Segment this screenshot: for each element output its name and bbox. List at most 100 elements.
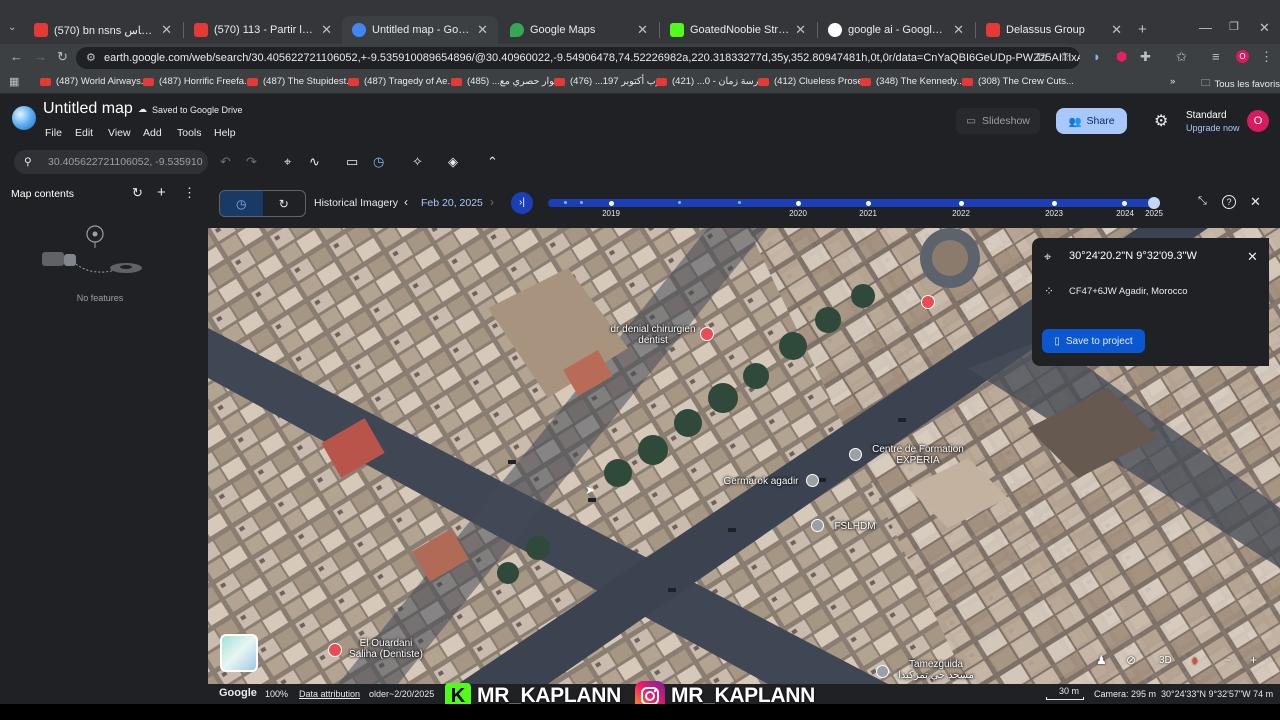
imagery-timeline[interactable] xyxy=(548,197,1160,209)
menu-help[interactable]: Help xyxy=(214,127,236,139)
menu-view[interactable]: View xyxy=(108,127,131,139)
close-history-icon[interactable]: ✕ xyxy=(1250,194,1261,210)
tab-google-earth[interactable]: Untitled map - Google Earth ✕ xyxy=(342,16,498,44)
bookmark-item[interactable]: (487) Horrific Freefa... xyxy=(143,76,252,87)
add-placemark-icon[interactable]: ⌖ xyxy=(284,154,291,170)
close-tab-icon[interactable]: ✕ xyxy=(321,22,332,38)
menu-file[interactable]: File xyxy=(45,127,62,139)
compass-icon[interactable]: ⬧ xyxy=(1192,653,1197,668)
extensions-puzzle-icon[interactable]: ✚ xyxy=(1140,49,1151,65)
germarok-pin-icon[interactable] xyxy=(806,474,819,487)
close-tab-icon[interactable]: ✕ xyxy=(477,22,488,38)
site-info-icon[interactable]: ⚙ xyxy=(86,47,96,69)
more-options-icon[interactable]: ⋮ xyxy=(183,185,196,201)
help-icon[interactable]: ? xyxy=(1222,195,1236,209)
settings-gear-icon[interactable]: ⚙ xyxy=(1154,111,1168,131)
redo-icon[interactable]: ↷ xyxy=(246,154,257,170)
menu-edit[interactable]: Edit xyxy=(75,127,93,139)
close-window-icon[interactable]: ✕ xyxy=(1259,20,1270,36)
fslhdm-pin-icon[interactable] xyxy=(811,519,824,532)
training-centre-pin-icon[interactable] xyxy=(849,448,862,461)
media-icon[interactable]: ≡ xyxy=(1212,49,1220,64)
zoom-out-icon[interactable]: − xyxy=(1224,653,1231,667)
reload-icon[interactable]: ↻ xyxy=(57,49,68,65)
draw-path-icon[interactable]: ∿ xyxy=(309,154,320,170)
plan-info[interactable]: Standard Upgrade now xyxy=(1186,110,1240,134)
add-icon[interactable]: + xyxy=(157,184,166,201)
bookmark-star-icon[interactable]: ☆ xyxy=(1059,49,1071,65)
close-tab-icon[interactable]: ✕ xyxy=(795,22,806,38)
apps-grid-icon[interactable]: ▦ xyxy=(9,75,19,88)
menu-tools[interactable]: Tools xyxy=(177,127,202,139)
tilt-toggle-icon[interactable]: ⊘ xyxy=(1126,653,1136,667)
close-tab-icon[interactable]: ✕ xyxy=(161,22,172,38)
close-tab-icon[interactable]: ✕ xyxy=(953,22,964,38)
next-date-icon[interactable]: › xyxy=(490,195,494,209)
project-title[interactable]: Untitled map xyxy=(43,100,133,118)
bookmark-item[interactable]: مدرسة زمان - 0... (421) xyxy=(656,76,768,87)
bookmark-item[interactable]: حرب أكتوبر 197... (476) xyxy=(554,76,667,87)
minimize-icon[interactable]: — xyxy=(1199,20,1212,35)
close-card-icon[interactable]: ✕ xyxy=(1247,249,1258,265)
tab-youtube-1[interactable]: (570) bn nsns بن نستاس - YouTube ✕ xyxy=(24,16,182,44)
history-mode-toggle[interactable]: ◷ ↻ xyxy=(219,190,306,217)
layers-icon[interactable]: ◈ xyxy=(448,154,458,170)
hospital-pin-icon[interactable] xyxy=(921,295,935,309)
history-mode-icon[interactable]: ◷ xyxy=(220,191,263,216)
map-label-germarok[interactable]: Germarok agadir xyxy=(718,476,804,487)
measure-icon[interactable]: ▭ xyxy=(346,154,358,170)
google-earth-logo[interactable] xyxy=(12,106,36,130)
zoom-in-icon[interactable]: + xyxy=(1250,653,1257,667)
profile-icon[interactable]: O xyxy=(1236,50,1249,63)
3d-toggle[interactable]: 3D xyxy=(1159,655,1172,666)
tab-list-icon[interactable]: ⌄ xyxy=(8,22,16,33)
map-label-dentist[interactable]: dr denial chirurgien dentist xyxy=(608,324,698,346)
address-bar[interactable]: ⚙ earth.google.com/web/search/30.4056227… xyxy=(76,47,1080,69)
minimize-timeline-icon[interactable]: ⤡ xyxy=(1198,195,1207,208)
bookmark-item[interactable]: حوار حصري مع... (485) xyxy=(451,76,560,87)
menu-add[interactable]: Add xyxy=(143,127,162,139)
historical-imagery-icon[interactable]: ◷ xyxy=(373,154,384,170)
refresh-icon[interactable]: ↻ xyxy=(132,185,143,201)
reset-history-icon[interactable]: ↻ xyxy=(263,191,306,216)
restore-icon[interactable]: ❐ xyxy=(1229,20,1239,33)
bookmark-item[interactable]: (308) The Crew Cuts... xyxy=(962,76,1074,87)
close-tab-icon[interactable]: ✕ xyxy=(637,22,648,38)
map-label-fslhdm[interactable]: FSLHDM xyxy=(830,521,880,532)
account-avatar[interactable]: O xyxy=(1247,110,1269,132)
tab-youtube-2[interactable]: (570) 113 - Partir loin (Clip officiel) … xyxy=(184,16,342,44)
forward-icon[interactable]: → xyxy=(34,49,47,64)
bookmark-item[interactable]: (348) The Kennedy... xyxy=(860,76,964,87)
prev-date-icon[interactable]: ‹ xyxy=(404,195,408,209)
latest-imagery-button[interactable]: ›| xyxy=(511,192,533,214)
tab-google-maps[interactable]: Google Maps ✕ xyxy=(500,16,658,44)
satellite-icon[interactable]: ✧ xyxy=(412,154,423,170)
tab-delassus[interactable]: Delassus Group ✕ xyxy=(976,16,1132,44)
map-label-mosque[interactable]: Tamezguida مسجد حي تمزكيدا xyxy=(896,659,976,681)
back-icon[interactable]: ← xyxy=(10,49,23,64)
slideshow-button[interactable]: ▭ Slideshow xyxy=(956,108,1040,134)
dentist-pin-icon[interactable] xyxy=(328,643,342,657)
favorites-icon[interactable]: ✩ xyxy=(1176,49,1187,65)
bookmark-item[interactable]: (487) The Stupidest... xyxy=(247,76,354,87)
more-menu-icon[interactable]: ⋮ xyxy=(1260,49,1273,65)
share-button[interactable]: 👥 Share xyxy=(1056,108,1127,134)
close-tab-icon[interactable]: ✕ xyxy=(1111,22,1122,38)
extension-shield-icon[interactable]: ⬢ xyxy=(1116,49,1127,65)
bookmark-item[interactable]: (412) Clueless Prose... xyxy=(758,76,871,87)
install-app-icon[interactable]: ⧉ xyxy=(1037,49,1046,65)
new-tab-icon[interactable]: + xyxy=(1138,21,1147,38)
bookmark-item[interactable]: (487) World Airways... xyxy=(40,76,149,87)
upgrade-link[interactable]: Upgrade now xyxy=(1186,122,1240,134)
tab-google-search[interactable]: google ai - Google Search ✕ xyxy=(818,16,974,44)
undo-icon[interactable]: ↶ xyxy=(220,154,231,170)
all-bookmarks-folder[interactable]: 🗀 Tous les favoris xyxy=(1201,76,1280,92)
bookmarks-overflow-icon[interactable]: » xyxy=(1170,76,1175,87)
save-to-project-button[interactable]: ▯ Save to project xyxy=(1042,329,1145,353)
pegman-icon[interactable]: ♟ xyxy=(1096,653,1107,667)
dentist-pin-icon[interactable] xyxy=(700,327,714,341)
data-attribution-link[interactable]: Data attribution xyxy=(299,689,360,699)
layer-thumbnail[interactable] xyxy=(220,634,258,672)
bookmark-item[interactable]: (487) Tragedy of Ae... xyxy=(348,76,455,87)
collapse-chevron-icon[interactable]: ⌃ xyxy=(487,154,498,170)
